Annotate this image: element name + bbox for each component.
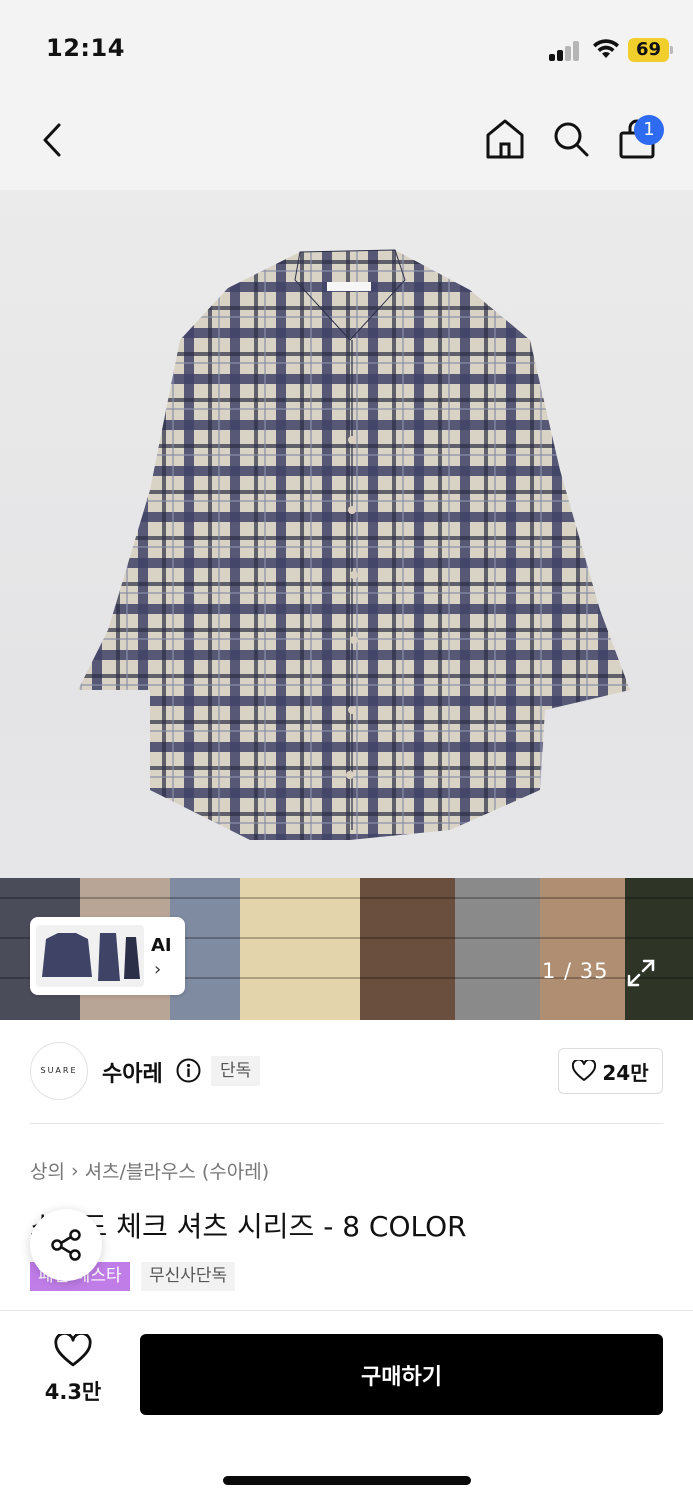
info-icon[interactable] (176, 1058, 201, 1083)
wishlist-button[interactable]: 4.3만 (30, 1332, 116, 1414)
product-image-gallery[interactable] (0, 190, 693, 1020)
search-icon (554, 122, 589, 157)
heart-icon (54, 1332, 92, 1367)
home-button[interactable] (480, 114, 530, 164)
ai-recommendation-card[interactable]: AI › (30, 917, 185, 995)
image-counter: 1 / 35 (542, 959, 609, 983)
wishlist-count: 4.3만 (44, 1380, 102, 1404)
battery-indicator: 69 (628, 38, 673, 62)
product-tag-exclusive: 무신사단독 (141, 1262, 236, 1291)
brand-like-button[interactable]: 24만 (558, 1048, 663, 1094)
chevron-right-icon: › (70, 1159, 79, 1182)
ai-label: AI (151, 935, 172, 956)
back-button[interactable] (30, 118, 74, 162)
divider (0, 1310, 693, 1311)
wifi-icon (593, 39, 619, 58)
cart-count-badge: 1 (634, 115, 664, 145)
heart-icon (572, 1060, 597, 1081)
brand-like-count: 24만 (602, 1060, 649, 1085)
breadcrumb: 상의 › 셔츠/블라우스 (수아레) (30, 1157, 269, 1184)
home-icon (486, 119, 524, 159)
breadcrumb-subcategory[interactable]: 셔츠/블라우스 (수아레) (85, 1157, 270, 1184)
exclusive-badge: 단독 (211, 1056, 261, 1086)
share-icon (51, 1229, 81, 1261)
divider (30, 1123, 663, 1124)
ai-thumbnail (36, 925, 144, 987)
expand-icon[interactable] (625, 957, 657, 989)
brand-name[interactable]: 수아레 (102, 1056, 163, 1088)
brand-logo[interactable]: SUARE (30, 1042, 88, 1100)
buy-button[interactable]: 구매하기 (140, 1334, 663, 1415)
home-indicator (223, 1476, 471, 1485)
signal-icon (549, 41, 581, 61)
share-button[interactable] (30, 1209, 102, 1281)
search-button[interactable] (546, 114, 596, 164)
breadcrumb-category[interactable]: 상의 (30, 1157, 65, 1184)
chevron-right-icon: › (154, 959, 162, 980)
product-image (78, 249, 630, 840)
status-time: 12:14 (46, 34, 125, 62)
back-icon (43, 123, 61, 157)
